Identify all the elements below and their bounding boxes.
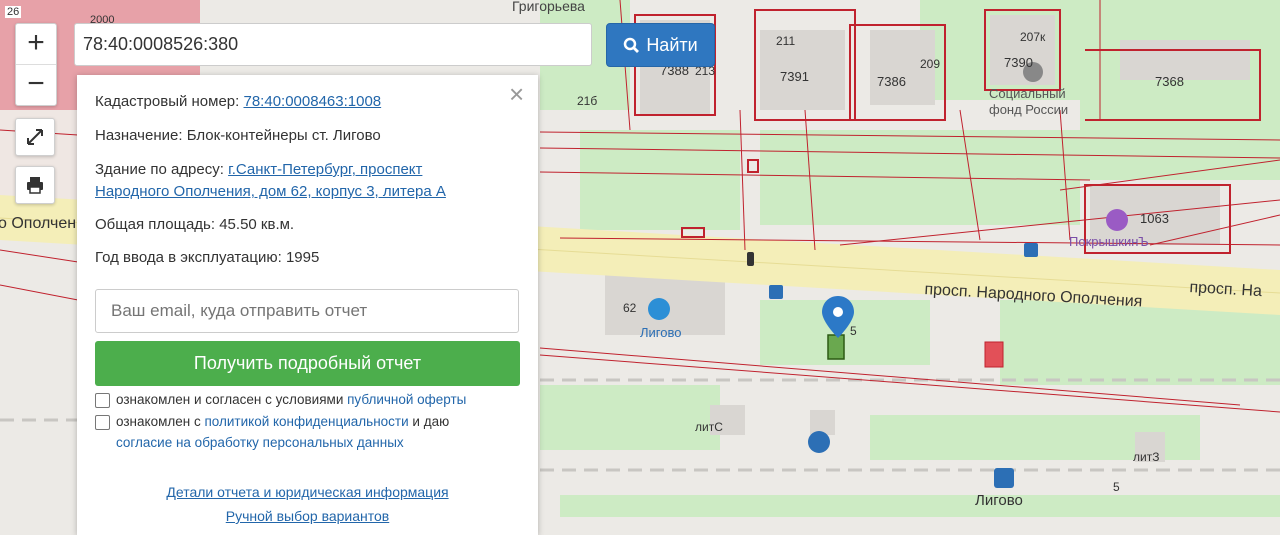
- email-field[interactable]: [95, 289, 519, 333]
- printer-icon: [27, 177, 43, 194]
- expand-icon: [27, 129, 43, 145]
- parcel-label-1063: 1063: [1140, 211, 1169, 226]
- map-label-litz: литЗ: [1133, 450, 1160, 464]
- privacy-checkbox[interactable]: [95, 415, 110, 430]
- street-label-grigoryeva: Григорьева: [512, 0, 585, 14]
- cadastral-label: Кадастровый номер:: [95, 93, 240, 110]
- offer-checkbox[interactable]: [95, 393, 110, 408]
- map-label-211: 211: [776, 34, 796, 48]
- area-label: Общая площадь:: [95, 216, 216, 233]
- map-label-26: 26: [5, 6, 22, 18]
- data-consent-row: согласие на обработку персональных данны…: [116, 433, 404, 453]
- close-icon[interactable]: ×: [509, 81, 524, 107]
- address-link-line1[interactable]: г.Санкт-Петербург, проспект: [228, 161, 422, 178]
- info-panel: × Кадастровый номер: 78:40:0008463:1008 …: [77, 75, 538, 535]
- search-icon: [624, 37, 640, 53]
- poi-label-social-fund-2: фонд России: [989, 102, 1069, 117]
- map-label-5-bottom: 5: [1113, 480, 1120, 494]
- parcel-label-7386: 7386: [877, 74, 906, 89]
- address-link-line2[interactable]: Народного Ополчения, дом 62, корпус 3, л…: [95, 183, 446, 200]
- zoom-in-button[interactable]: +: [16, 24, 56, 65]
- privacy-consent-label2: и даю: [412, 414, 450, 429]
- address-row: Здание по адресу: г.Санкт-Петербург, про…: [95, 159, 446, 203]
- year-label: Год ввода в эксплуатацию:: [95, 249, 282, 266]
- parcel-label-7390: 7390: [1004, 55, 1033, 70]
- search-input[interactable]: [74, 23, 592, 66]
- map-label-21b: 21б: [577, 94, 598, 108]
- personal-data-consent-link[interactable]: согласие на обработку персональных данны…: [116, 435, 404, 450]
- parcel-label-7368: 7368: [1155, 74, 1184, 89]
- poi-label-social-fund-1: Социальный: [989, 86, 1066, 101]
- parcel-label-7391: 7391: [780, 69, 809, 84]
- map-label-207k: 207к: [1020, 30, 1046, 44]
- get-report-button[interactable]: Получить подробный отчет: [95, 341, 520, 386]
- zoom-out-button[interactable]: −: [16, 65, 56, 105]
- station-label-ligovo: Лигово: [975, 492, 1023, 509]
- poi-label-pokryshkin: ПокрышкинЪ: [1069, 234, 1149, 249]
- zoom-control: + −: [15, 23, 57, 106]
- privacy-consent-text: ознакомлен с политикой конфиденциальност…: [116, 412, 449, 432]
- search-button-label: Найти: [646, 34, 698, 55]
- search-button[interactable]: Найти: [606, 23, 715, 67]
- public-offer-link[interactable]: публичной оферты: [347, 392, 466, 407]
- offer-consent-text: ознакомлен и согласен с условиями публич…: [116, 390, 466, 410]
- area-row: Общая площадь: 45.50 кв.м.: [95, 214, 294, 236]
- privacy-consent-label: ознакомлен с: [116, 414, 201, 429]
- cadastral-link[interactable]: 78:40:0008463:1008: [244, 93, 382, 110]
- print-button[interactable]: [15, 166, 55, 204]
- map-label-209: 209: [920, 57, 941, 71]
- details-row: Детали отчета и юридическая информация: [77, 484, 538, 500]
- privacy-policy-link[interactable]: политикой конфиденциальности: [204, 414, 408, 429]
- area-value: 45.50 кв.м.: [219, 216, 295, 233]
- offer-consent-label: ознакомлен и согласен с условиями: [116, 392, 344, 407]
- cadastral-row: Кадастровый номер: 78:40:0008463:1008: [95, 91, 381, 113]
- purpose-row: Назначение: Блок-контейнеры ст. Лигово: [95, 125, 381, 147]
- purpose-value: Блок-контейнеры ст. Лигово: [186, 127, 381, 144]
- year-row: Год ввода в эксплуатацию: 1995: [95, 247, 319, 269]
- map-label-litc: литС: [695, 420, 723, 434]
- manual-row: Ручной выбор вариантов: [77, 508, 538, 524]
- street-label-left: о Ополчен: [0, 215, 77, 232]
- map-label-62: 62: [623, 301, 637, 315]
- manual-choice-link[interactable]: Ручной выбор вариантов: [226, 508, 390, 524]
- poi-label-ligovo-store: Лигово: [640, 325, 682, 340]
- report-details-link[interactable]: Детали отчета и юридическая информация: [166, 484, 448, 500]
- fullscreen-button[interactable]: [15, 118, 55, 156]
- year-value: 1995: [285, 249, 320, 266]
- purpose-label: Назначение:: [95, 127, 183, 144]
- address-label: Здание по адресу:: [95, 161, 224, 178]
- map-label-5-marker: 5: [850, 324, 857, 338]
